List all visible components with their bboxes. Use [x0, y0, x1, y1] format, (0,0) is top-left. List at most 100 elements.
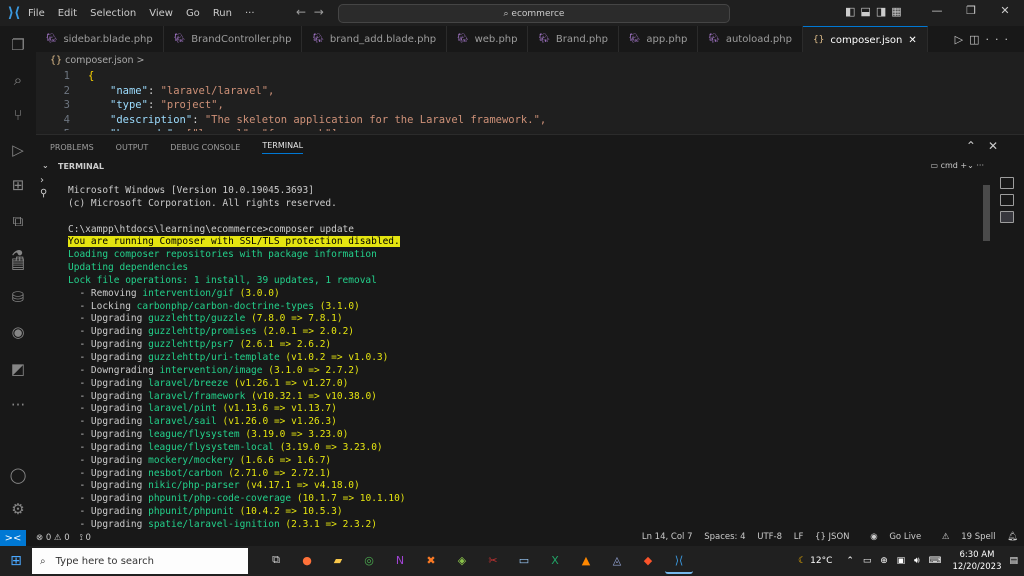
- weather-temp[interactable]: 12°C: [810, 556, 832, 566]
- close-tab-icon[interactable]: ✕: [908, 35, 916, 46]
- tray-icons[interactable]: ⌃ ▭ ⊕ ▣ 🔊︎ ⌨: [846, 556, 944, 566]
- package-operation: - Downgrading intervention/image (3.1.0 …: [68, 364, 360, 376]
- spell-check[interactable]: ⚠ 19 Spell: [933, 532, 996, 542]
- windows-taskbar: ⊞ ⌕ Type here to search ⧉ ● ▰ ◎ N ✖ ◈ ✂ …: [0, 546, 1024, 576]
- vlc-icon[interactable]: ▲: [572, 548, 600, 572]
- editor-tab[interactable]: 🐘︎ Brand.php: [528, 26, 619, 52]
- menu-item[interactable]: File: [28, 8, 45, 19]
- file-explorer-icon[interactable]: ▰: [324, 548, 352, 572]
- terminal-output[interactable]: Microsoft Windows [Version 10.0.19045.36…: [68, 185, 988, 531]
- paint-icon[interactable]: ◈: [448, 548, 476, 572]
- remote-explorer-icon[interactable]: ⧉: [7, 210, 29, 232]
- editor-tab[interactable]: 🐘︎ app.php: [619, 26, 699, 52]
- language-mode[interactable]: {} JSON: [815, 532, 849, 542]
- cursor-position[interactable]: Ln 14, Col 7: [642, 532, 693, 542]
- close-icon[interactable]: ✕: [988, 4, 1022, 17]
- panel-tab[interactable]: PROBLEMS: [50, 143, 94, 152]
- brave-icon[interactable]: ◆: [634, 548, 662, 572]
- settings-gear-icon[interactable]: ⚙: [7, 498, 29, 520]
- terminal-scrollbar[interactable]: [983, 185, 990, 241]
- snipping-tool-icon[interactable]: ✂: [479, 548, 507, 572]
- notes-icon[interactable]: ◩: [7, 358, 29, 380]
- status-bar: >< ⊗ 0 ⚠ 0 ⟟ 0 Ln 14, Col 7 Spaces: 4 UT…: [0, 530, 1024, 546]
- menu-bar: File Edit Selection View Go Run ···: [28, 8, 268, 19]
- windows-start-icon[interactable]: ⊞: [0, 553, 32, 569]
- source-control-icon[interactable]: ⑂: [7, 104, 29, 126]
- vscode-taskbar-icon[interactable]: ⟩⟨: [665, 548, 693, 574]
- indentation[interactable]: Spaces: 4: [704, 532, 745, 542]
- restore-icon[interactable]: ❐: [954, 4, 988, 17]
- back-arrow-icon[interactable]: ←: [296, 5, 306, 19]
- editor-tab[interactable]: 🐘︎ BrandController.php: [164, 26, 303, 52]
- accounts-icon[interactable]: ◯: [7, 464, 29, 486]
- run-icon[interactable]: ▷: [955, 33, 969, 46]
- python-icon[interactable]: ◉: [7, 321, 29, 343]
- editor-tab[interactable]: 🐘︎ autoload.php: [698, 26, 803, 52]
- onenote-icon[interactable]: N: [386, 548, 414, 572]
- toggle-sidebar-icon[interactable]: ◧: [845, 5, 860, 18]
- firefox-icon[interactable]: ●: [293, 548, 321, 572]
- editor-tab[interactable]: 🐘︎ sidebar.blade.php: [36, 26, 164, 52]
- run-debug-icon[interactable]: ▷: [7, 139, 29, 161]
- command-center-search[interactable]: ⌕ ecommerce: [338, 4, 730, 23]
- encoding[interactable]: UTF-8: [757, 532, 782, 542]
- explorer-icon[interactable]: ❐: [7, 34, 29, 56]
- more-icon[interactable]: ···: [7, 394, 29, 416]
- problems-count[interactable]: ⊗ 0 ⚠ 0: [36, 533, 70, 543]
- customize-layout-icon[interactable]: ▦: [891, 5, 906, 18]
- panel-tab[interactable]: OUTPUT: [116, 143, 149, 152]
- menu-item[interactable]: ···: [245, 8, 255, 19]
- menu-item[interactable]: View: [149, 8, 173, 19]
- weather-icon[interactable]: ☾: [798, 556, 806, 566]
- extensions-icon[interactable]: ⊞: [7, 174, 29, 196]
- terminal-section-header[interactable]: ⌄ TERMINAL ▭ cmd +⌄ ···: [36, 159, 1024, 175]
- terminal-shell-label[interactable]: ▭ cmd +⌄ ···: [930, 161, 984, 170]
- editor-tab[interactable]: 🐘︎ web.php: [447, 26, 529, 52]
- ports-count[interactable]: ⟟ 0: [80, 533, 91, 543]
- pin-icon[interactable]: ⚲: [40, 188, 47, 199]
- go-live-button[interactable]: ◉ Go Live: [861, 532, 921, 542]
- search-icon[interactable]: ⌕: [7, 69, 29, 91]
- excel-icon[interactable]: X: [541, 548, 569, 572]
- taskbar-search[interactable]: ⌕ Type here to search: [32, 548, 248, 574]
- maximize-panel-icon[interactable]: ⌃: [966, 139, 988, 153]
- package-operation: - Upgrading league/flysystem-local (3.19…: [68, 441, 383, 453]
- remote-indicator[interactable]: ><: [0, 530, 26, 546]
- window-controls: — ❐ ✕: [920, 4, 1022, 17]
- notifications-icon[interactable]: 🔔︎: [1007, 532, 1018, 542]
- docker-icon[interactable]: ▤: [7, 252, 29, 274]
- menu-item[interactable]: Selection: [90, 8, 136, 19]
- terminal-more-icon[interactable]: ···: [976, 161, 984, 170]
- terminal-instance[interactable]: [1000, 211, 1014, 223]
- menu-item[interactable]: Go: [186, 8, 200, 19]
- new-terminal-icon[interactable]: +⌄: [960, 161, 973, 170]
- panel-tab[interactable]: TERMINAL: [262, 141, 304, 154]
- terminal-instance[interactable]: [1000, 194, 1014, 206]
- photos-icon[interactable]: ▭: [510, 548, 538, 572]
- terminal-instance[interactable]: [1000, 177, 1014, 189]
- chrome-icon[interactable]: ◎: [355, 548, 383, 572]
- notification-center-icon[interactable]: ▤: [1009, 556, 1018, 566]
- toggle-panel-icon[interactable]: ⬓: [860, 5, 875, 18]
- menu-item[interactable]: Run: [213, 8, 232, 19]
- code-editor[interactable]: 1{2 "name": "laravel/laravel", 3 "type": "p…: [36, 69, 1024, 131]
- minimize-icon[interactable]: —: [920, 4, 954, 17]
- chevron-right-icon[interactable]: ›: [40, 175, 47, 186]
- json-value: "The skeleton application for the Larave…: [204, 113, 547, 126]
- panel-tab[interactable]: DEBUG CONSOLE: [170, 143, 240, 152]
- clock[interactable]: 6:30 AM 12/20/2023: [952, 549, 1001, 573]
- xampp-icon[interactable]: ✖: [417, 548, 445, 572]
- toggle-secondary-sidebar-icon[interactable]: ◨: [876, 5, 891, 18]
- breadcrumb[interactable]: {} composer.json >: [36, 52, 1024, 69]
- close-panel-icon[interactable]: ✕: [988, 139, 1010, 153]
- editor-tab[interactable]: 🐘︎ brand_add.blade.php: [302, 26, 448, 52]
- line-ending[interactable]: LF: [794, 532, 804, 542]
- more-actions-icon[interactable]: ···: [986, 33, 1015, 46]
- editor-tab[interactable]: {} composer.json ✕: [802, 26, 928, 53]
- database-icon[interactable]: ⛁: [7, 286, 29, 308]
- forward-arrow-icon[interactable]: →: [314, 5, 324, 19]
- paint-3d-icon[interactable]: ◬: [603, 548, 631, 572]
- split-editor-icon[interactable]: ◫: [969, 33, 985, 46]
- menu-item[interactable]: Edit: [58, 8, 77, 19]
- task-view-icon[interactable]: ⧉: [262, 548, 290, 572]
